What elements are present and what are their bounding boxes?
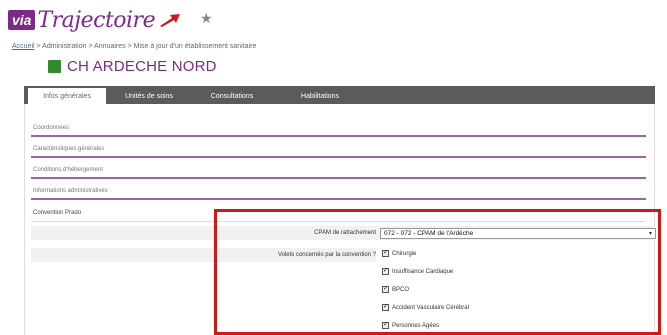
breadcrumb-path: > Administration > Annuaires > Mise à jo… bbox=[34, 43, 257, 50]
breadcrumb-home-link[interactable]: Accueil bbox=[12, 43, 35, 50]
tab-label: Consultations bbox=[210, 92, 254, 100]
logo-via: via bbox=[8, 10, 36, 30]
tab-habilitations[interactable]: Habilitations bbox=[278, 88, 362, 104]
tab-label: Habilitations bbox=[300, 92, 340, 100]
tab-bar: Infos générales Unités de soins Consulta… bbox=[24, 86, 655, 104]
tab-label: Infos générales bbox=[43, 92, 91, 100]
tab-consultations[interactable]: Consultations bbox=[190, 88, 274, 104]
section-hebergement[interactable]: Conditions d'hébergement bbox=[31, 162, 646, 179]
establishment-icon bbox=[48, 60, 61, 73]
section-infos-administratives[interactable]: Informations administratives bbox=[31, 183, 646, 200]
top-bar: via Trajectoire ★ bbox=[0, 0, 667, 40]
section-coordonnees[interactable]: Coordonnées bbox=[31, 120, 646, 137]
tab-label: Unités de soins bbox=[125, 92, 173, 100]
logo-name: Trajectoire bbox=[37, 7, 156, 33]
app-logo[interactable]: via Trajectoire bbox=[8, 7, 181, 33]
section-label: Convention Prado bbox=[33, 210, 82, 216]
highlight-frame bbox=[214, 209, 661, 335]
logo-arrow-icon bbox=[160, 14, 181, 27]
section-label: Caractéristiques générales bbox=[33, 145, 105, 152]
star-icon[interactable]: ★ bbox=[200, 10, 213, 27]
section-label: Conditions d'hébergement bbox=[33, 166, 103, 173]
section-label: Coordonnées bbox=[33, 124, 70, 131]
page-title: CH ARDECHE NORD bbox=[67, 58, 217, 75]
tab-unites-de-soins[interactable]: Unités de soins bbox=[112, 88, 186, 104]
page-header: CH ARDECHE NORD bbox=[48, 58, 217, 75]
tab-infos-generales[interactable]: Infos générales bbox=[28, 88, 106, 104]
section-caracteristiques[interactable]: Caractéristiques générales bbox=[31, 141, 646, 158]
section-label: Informations administratives bbox=[33, 187, 108, 194]
breadcrumb: Accueil > Administration > Annuaires > M… bbox=[12, 43, 256, 50]
